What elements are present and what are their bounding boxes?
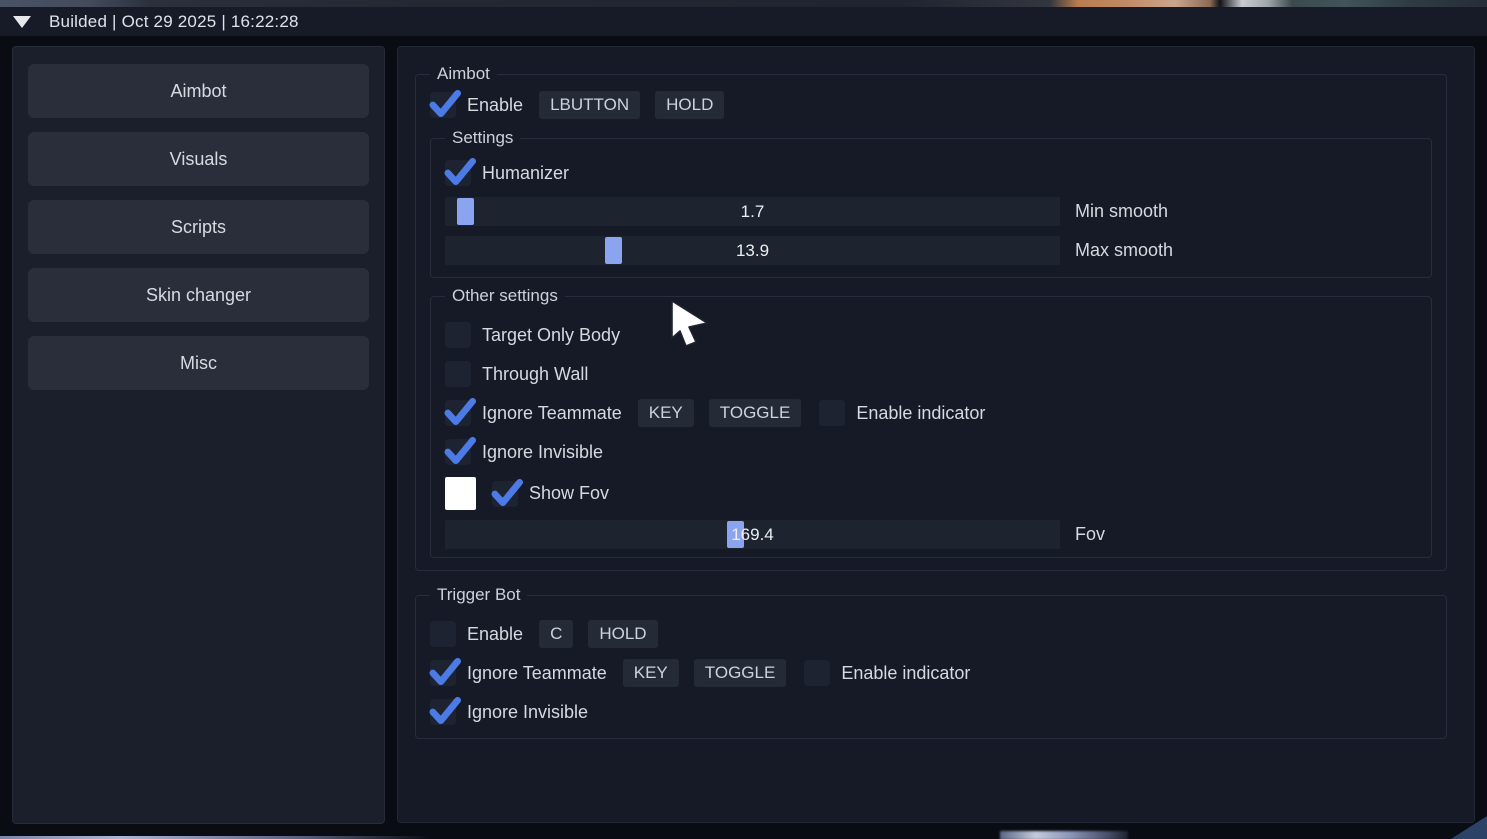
- min-smooth-slider[interactable]: 1.7: [445, 197, 1060, 226]
- titlebar[interactable]: Builded | Oct 29 2025 | 16:22:28: [0, 7, 1487, 36]
- enable-indicator-label: Enable indicator: [841, 663, 970, 684]
- target-only-body-label: Target Only Body: [482, 325, 620, 346]
- fov-slider[interactable]: 169.4: [445, 520, 1060, 549]
- through-wall-checkbox[interactable]: [445, 361, 471, 387]
- enable-indicator-checkbox[interactable]: [819, 400, 845, 426]
- aimbot-keymode-button[interactable]: HOLD: [655, 91, 724, 119]
- target-only-body-checkbox[interactable]: [445, 322, 471, 348]
- window-title: Builded | Oct 29 2025 | 16:22:28: [49, 12, 299, 32]
- fov-label: Fov: [1060, 524, 1417, 545]
- trigger-ignore-teammate-row: Ignore Teammate KEY TOGGLE Enable indica…: [430, 659, 1432, 687]
- sidebar-item-visuals[interactable]: Visuals: [28, 132, 369, 186]
- ignore-invisible-label: Ignore Invisible: [482, 442, 603, 463]
- through-wall-row: Through Wall: [445, 360, 1417, 388]
- humanizer-label: Humanizer: [482, 163, 569, 184]
- check-icon: [489, 475, 524, 510]
- max-smooth-slider[interactable]: 13.9: [445, 236, 1060, 265]
- show-fov-checkbox[interactable]: [492, 481, 518, 507]
- trigger-ignore-invisible-row: Ignore Invisible: [430, 698, 1432, 726]
- enable-indicator-checkbox[interactable]: [804, 660, 830, 686]
- humanizer-checkbox[interactable]: [445, 160, 471, 186]
- aimbot-keybind-button[interactable]: LBUTTON: [539, 91, 640, 119]
- settings-legend: Settings: [445, 128, 520, 148]
- check-icon: [427, 693, 462, 728]
- trigger-bot-legend: Trigger Bot: [430, 585, 527, 605]
- enable-indicator-label: Enable indicator: [856, 403, 985, 424]
- max-smooth-label: Max smooth: [1060, 240, 1417, 261]
- trigger-bot-section: Trigger Bot Enable C HOLD Ignore Teammat…: [415, 595, 1447, 739]
- max-smooth-value: 13.9: [736, 241, 769, 261]
- check-icon: [427, 86, 462, 121]
- ignore-teammate-keybind-button[interactable]: KEY: [638, 399, 694, 427]
- ignore-invisible-checkbox[interactable]: [430, 699, 456, 725]
- slider-handle[interactable]: [457, 198, 474, 225]
- ignore-teammate-keymode-button[interactable]: TOGGLE: [694, 659, 787, 687]
- sidebar: Aimbot Visuals Scripts Skin changer Misc: [12, 46, 385, 824]
- min-smooth-value: 1.7: [741, 202, 765, 222]
- fov-value: 169.4: [731, 525, 774, 545]
- show-fov-row: Show Fov: [445, 477, 1417, 510]
- through-wall-label: Through Wall: [482, 364, 588, 385]
- cheat-menu-screen: Builded | Oct 29 2025 | 16:22:28 Aimbot …: [0, 0, 1487, 839]
- check-icon: [427, 654, 462, 689]
- fov-slider-row: 169.4 Fov: [445, 520, 1417, 549]
- ignore-invisible-label: Ignore Invisible: [467, 702, 588, 723]
- aimbot-section-legend: Aimbot: [430, 64, 497, 84]
- other-settings-legend: Other settings: [445, 286, 565, 306]
- aimbot-enable-label: Enable: [467, 95, 523, 116]
- humanizer-row: Humanizer: [445, 159, 1417, 187]
- max-smooth-slider-row: 13.9 Max smooth: [445, 236, 1417, 265]
- check-icon: [442, 154, 477, 189]
- trigger-enable-checkbox[interactable]: [430, 621, 456, 647]
- main-panel: Aimbot Enable LBUTTON HOLD Settings Huma…: [397, 46, 1475, 823]
- ignore-teammate-label: Ignore Teammate: [482, 403, 622, 424]
- sidebar-item-misc[interactable]: Misc: [28, 336, 369, 390]
- sidebar-item-scripts[interactable]: Scripts: [28, 200, 369, 254]
- check-icon: [442, 394, 477, 429]
- ignore-teammate-label: Ignore Teammate: [467, 663, 607, 684]
- aimbot-enable-checkbox[interactable]: [430, 92, 456, 118]
- min-smooth-slider-row: 1.7 Min smooth: [445, 197, 1417, 226]
- show-fov-label: Show Fov: [529, 483, 609, 504]
- check-icon: [442, 433, 477, 468]
- sidebar-item-aimbot[interactable]: Aimbot: [28, 64, 369, 118]
- ignore-teammate-checkbox[interactable]: [430, 660, 456, 686]
- ignore-teammate-keymode-button[interactable]: TOGGLE: [709, 399, 802, 427]
- aimbot-ignore-teammate-row: Ignore Teammate KEY TOGGLE Enable indica…: [445, 399, 1417, 427]
- aimbot-enable-row: Enable LBUTTON HOLD: [430, 91, 1432, 119]
- trigger-enable-label: Enable: [467, 624, 523, 645]
- trigger-keybind-button[interactable]: C: [539, 620, 573, 648]
- game-background-fragment: [1000, 831, 1128, 839]
- trigger-enable-row: Enable C HOLD: [430, 620, 1432, 648]
- slider-handle[interactable]: [605, 237, 622, 264]
- settings-subsection: Settings Humanizer 1.7 Min smooth: [430, 138, 1432, 278]
- collapse-triangle-icon[interactable]: [13, 16, 31, 28]
- ignore-invisible-checkbox[interactable]: [445, 439, 471, 465]
- ignore-teammate-checkbox[interactable]: [445, 400, 471, 426]
- trigger-keymode-button[interactable]: HOLD: [588, 620, 657, 648]
- corner-resize-triangle[interactable]: [1451, 816, 1487, 839]
- other-settings-subsection: Other settings Target Only Body Through …: [430, 296, 1432, 558]
- aimbot-ignore-invisible-row: Ignore Invisible: [445, 438, 1417, 466]
- game-background-strip: [0, 0, 1487, 7]
- aimbot-section: Aimbot Enable LBUTTON HOLD Settings Huma…: [415, 74, 1447, 571]
- min-smooth-label: Min smooth: [1060, 201, 1417, 222]
- ignore-teammate-keybind-button[interactable]: KEY: [623, 659, 679, 687]
- mouse-cursor-icon: [666, 300, 714, 352]
- target-only-body-row: Target Only Body: [445, 321, 1417, 349]
- fov-color-swatch[interactable]: [445, 477, 476, 510]
- sidebar-item-skin-changer[interactable]: Skin changer: [28, 268, 369, 322]
